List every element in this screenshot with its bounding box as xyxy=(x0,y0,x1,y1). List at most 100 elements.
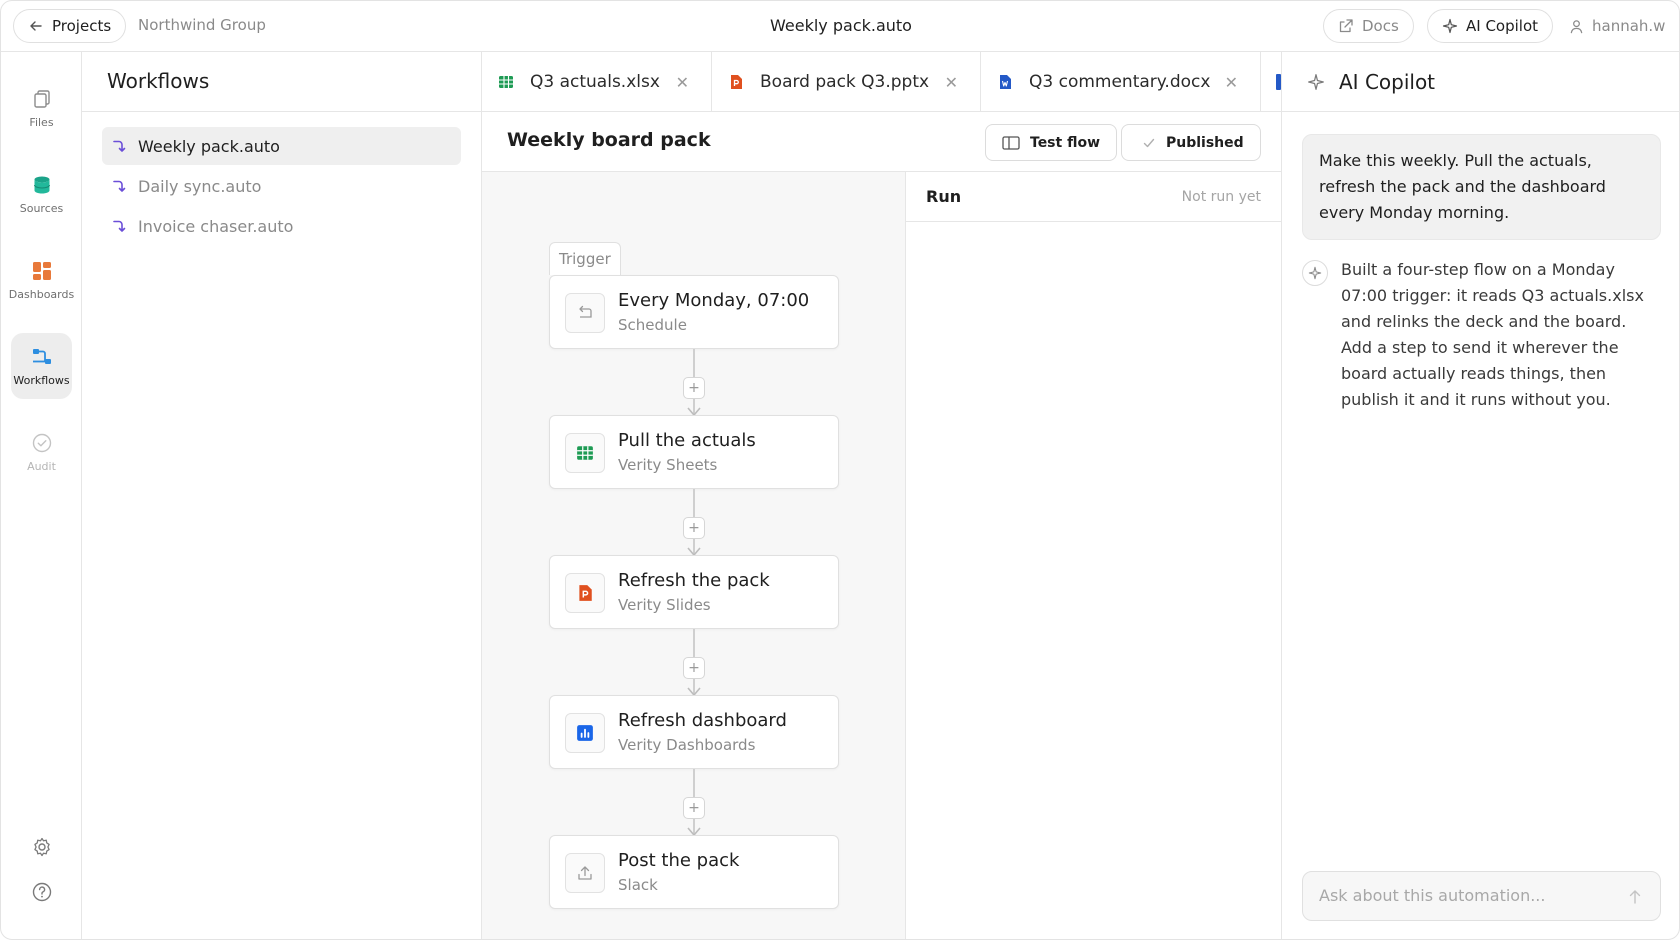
workflows-title: Workflows xyxy=(82,52,481,112)
run-panel: Run Not run yet xyxy=(906,172,1281,939)
spreadsheet-icon xyxy=(577,446,593,460)
copilot-input[interactable] xyxy=(1319,886,1609,905)
files-icon xyxy=(33,89,50,108)
arrow-up-icon xyxy=(1629,890,1641,904)
node-icon-box xyxy=(565,573,605,613)
flow-node-refresh-dashboard[interactable]: Refresh dashboard Verity Dashboards xyxy=(549,695,839,769)
sparkle-icon xyxy=(1308,73,1324,90)
published-button[interactable]: Published xyxy=(1121,124,1261,161)
user-message: Make this weekly. Pull the actuals, refr… xyxy=(1302,134,1661,240)
rail-label-dashboards: Dashboards xyxy=(8,287,75,301)
app-window: Projects Northwind Group Weekly pack.aut… xyxy=(0,0,1680,940)
workflow-item-label: Invoice chaser.auto xyxy=(138,216,294,236)
workflows-panel: Workflows Weekly pack.auto Daily sync.au… xyxy=(82,52,482,939)
rail-item-dashboards[interactable]: Dashboards xyxy=(8,247,75,313)
node-subtitle: Verity Sheets xyxy=(618,456,718,474)
rail-label-sources: Sources xyxy=(19,201,64,215)
workflow-item-icon xyxy=(113,140,126,152)
docs-label: Docs xyxy=(1362,17,1399,35)
help-button[interactable] xyxy=(29,879,55,905)
rail-label-files: Files xyxy=(29,115,54,129)
flow-node-pull-actuals[interactable]: Pull the actuals Verity Sheets xyxy=(549,415,839,489)
flow-header: Weekly board pack Test flow Published xyxy=(482,112,1281,172)
connector-line xyxy=(693,629,695,657)
ai-message-text: Built a four-step flow on a Monday 07:00… xyxy=(1341,260,1644,409)
check-circle-icon xyxy=(32,433,51,452)
copilot-label: AI Copilot xyxy=(1466,17,1539,35)
ai-avatar xyxy=(1302,260,1328,286)
add-step-button[interactable]: + xyxy=(683,517,705,539)
connector-line xyxy=(693,769,695,797)
ai-copilot-toggle-button[interactable]: AI Copilot xyxy=(1427,9,1554,43)
copilot-panel: AI Copilot Make this weekly. Pull the ac… xyxy=(1281,52,1679,939)
flow-node-post-pack[interactable]: Post the pack Slack xyxy=(549,835,839,909)
node-title: Post the pack xyxy=(618,850,740,871)
user-menu[interactable]: hannah.w xyxy=(1569,9,1665,43)
add-step-button[interactable]: + xyxy=(683,657,705,679)
database-icon xyxy=(33,176,50,193)
flow-title: Weekly board pack xyxy=(507,129,711,151)
test-flow-button[interactable]: Test flow xyxy=(985,124,1118,161)
connector-line xyxy=(693,489,695,517)
node-title: Every Monday, 07:00 xyxy=(618,290,810,311)
add-step-button[interactable]: + xyxy=(683,377,705,399)
workflow-item-icon xyxy=(113,220,126,232)
node-subtitle: Slack xyxy=(618,876,658,894)
node-title: Pull the actuals xyxy=(618,430,756,451)
test-flow-label: Test flow xyxy=(1030,134,1101,151)
flow-canvas[interactable]: Trigger Every Monday, 07:00 Schedule + P… xyxy=(482,172,906,939)
workflow-item-invoice-chaser[interactable]: Invoice chaser.auto xyxy=(102,207,461,245)
settings-button[interactable] xyxy=(29,834,55,860)
dashboard-icon xyxy=(32,261,51,280)
close-icon[interactable]: ✕ xyxy=(945,73,958,92)
published-label: Published xyxy=(1166,134,1244,151)
tab-label: Q3 commentary.docx xyxy=(1029,72,1211,92)
send-button[interactable] xyxy=(1624,886,1646,908)
spreadsheet-icon xyxy=(499,76,513,88)
rail-label-workflows: Workflows xyxy=(13,373,70,387)
flow-node-schedule[interactable]: Every Monday, 07:00 Schedule xyxy=(549,275,839,349)
left-nav-rail: Files Sources Dashboards Workflows Audit xyxy=(1,52,82,939)
rail-item-files[interactable]: Files xyxy=(11,75,72,141)
external-link-icon xyxy=(1339,19,1353,33)
sparkle-icon xyxy=(1308,266,1322,280)
node-icon-box xyxy=(565,713,605,753)
help-icon xyxy=(32,882,52,902)
rail-label-audit: Audit xyxy=(27,459,56,473)
file-tabs: Q3 actuals.xlsx ✕ Board pack Q3.pptx ✕ Q… xyxy=(482,52,1281,112)
node-title: Refresh the pack xyxy=(618,570,770,591)
presentation-icon xyxy=(731,75,742,89)
copilot-title: AI Copilot xyxy=(1339,69,1436,94)
rail-item-sources[interactable]: Sources xyxy=(11,161,72,227)
workflow-item-label: Weekly pack.auto xyxy=(138,136,280,156)
add-step-button[interactable]: + xyxy=(683,797,705,819)
workflow-item-weekly-pack[interactable]: Weekly pack.auto xyxy=(102,127,461,165)
node-subtitle: Verity Slides xyxy=(618,596,711,614)
bar-chart-icon xyxy=(577,725,593,741)
tab-label: Board pack Q3.pptx xyxy=(760,72,930,92)
rail-item-workflows[interactable]: Workflows xyxy=(11,333,72,399)
workflow-item-daily-sync[interactable]: Daily sync.auto xyxy=(102,167,461,205)
docs-button[interactable]: Docs xyxy=(1323,9,1414,43)
tab-label: Q3 actuals.xlsx xyxy=(530,72,660,92)
node-subtitle: Schedule xyxy=(618,316,687,334)
workflow-item-icon xyxy=(113,180,126,192)
node-subtitle: Verity Dashboards xyxy=(618,736,756,754)
presentation-icon xyxy=(579,585,592,601)
user-icon xyxy=(1570,19,1583,33)
flow-node-refresh-pack[interactable]: Refresh the pack Verity Slides xyxy=(549,555,839,629)
run-status: Not run yet xyxy=(1181,189,1261,205)
tab-q3-commentary[interactable]: Q3 commentary.docx ✕ xyxy=(981,52,1261,111)
close-icon[interactable]: ✕ xyxy=(1225,73,1238,92)
split-panel-icon xyxy=(1002,135,1020,150)
workflow-item-label: Daily sync.auto xyxy=(138,176,262,196)
upload-icon xyxy=(578,866,592,880)
close-icon[interactable]: ✕ xyxy=(676,73,689,92)
tab-q3-actuals[interactable]: Q3 actuals.xlsx ✕ xyxy=(482,52,712,111)
tab-board-pack[interactable]: Board pack Q3.pptx ✕ xyxy=(712,52,981,111)
run-title: Run xyxy=(926,187,962,206)
check-icon xyxy=(1143,138,1155,147)
rail-item-audit[interactable]: Audit xyxy=(11,419,72,485)
document-icon xyxy=(1000,75,1011,89)
top-bar: Projects Northwind Group Weekly pack.aut… xyxy=(1,1,1679,52)
